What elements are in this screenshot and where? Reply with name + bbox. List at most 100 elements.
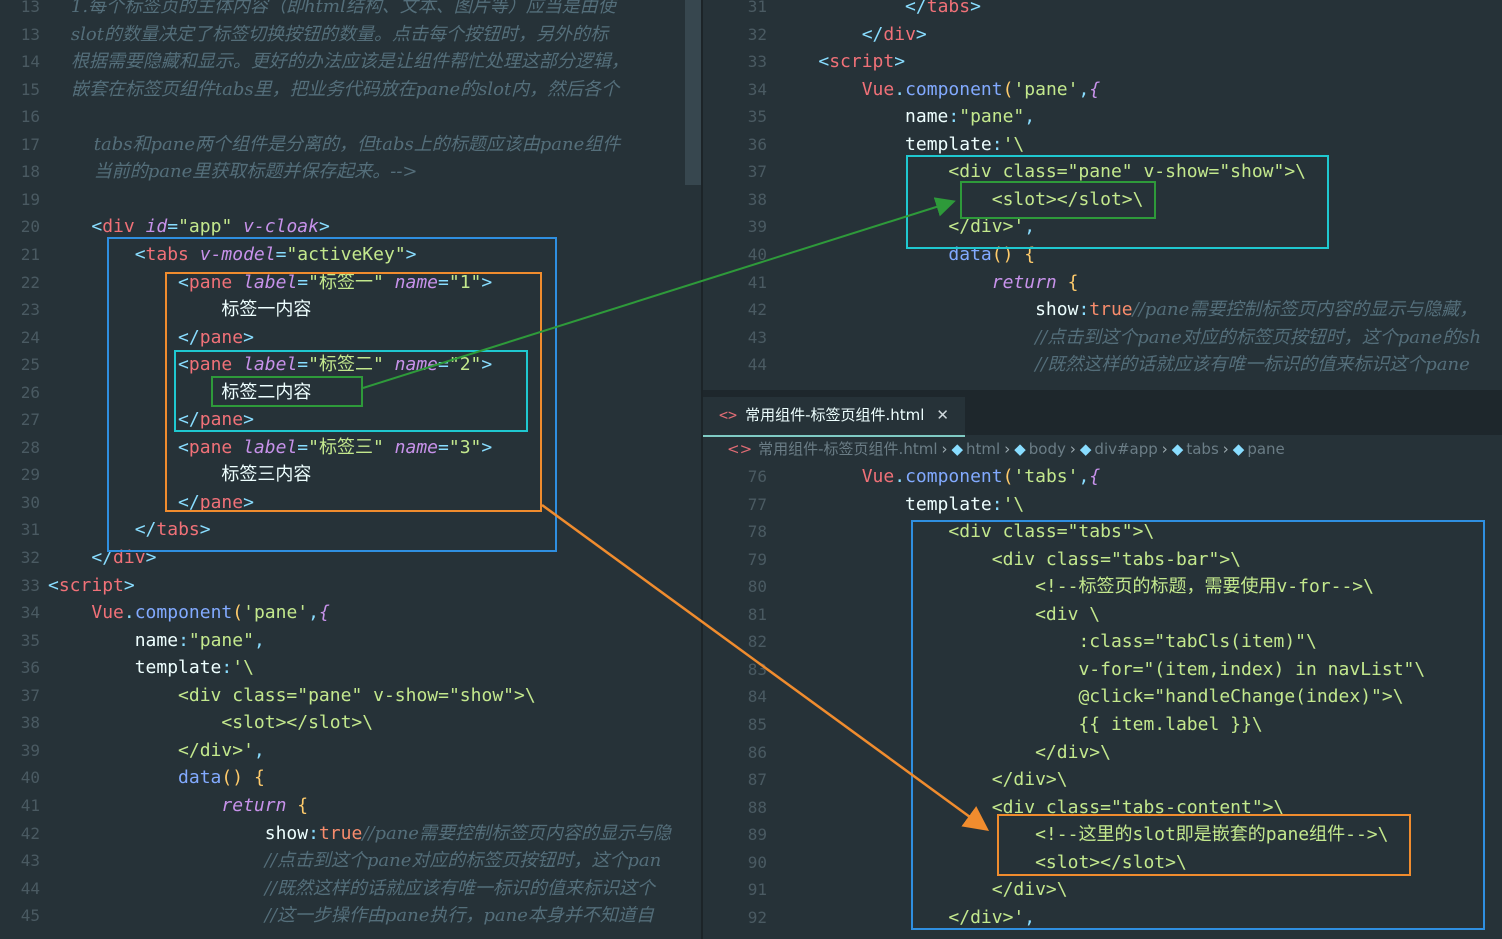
code-line[interactable]: 35 name:"pane", bbox=[0, 627, 701, 655]
line-number: 22 bbox=[20, 272, 40, 292]
code-text: return { bbox=[221, 794, 309, 816]
code-text: <script> bbox=[818, 51, 906, 73]
code-text: </div>', bbox=[178, 739, 265, 761]
code-text: <script> bbox=[48, 574, 135, 596]
line-number: 14 bbox=[20, 52, 40, 72]
breadcrumb-item[interactable]: pane bbox=[1247, 440, 1284, 458]
line-number: 21 bbox=[20, 244, 40, 264]
code-text: 根据需要隐藏和显示。更好的办法应该是让组件帮忙处理这部分逻辑， bbox=[48, 51, 629, 73]
breadcrumb-item[interactable]: body bbox=[1029, 440, 1066, 458]
close-icon[interactable]: ✕ bbox=[936, 406, 949, 424]
editor-tab-active[interactable]: <> 常用组件-标签页组件.html ✕ bbox=[703, 397, 965, 437]
code-line[interactable]: 42 show:true//pane需要控制标签页内容的显示与隐 bbox=[0, 820, 701, 848]
line-number: 41 bbox=[20, 795, 40, 815]
line-number: 30 bbox=[20, 492, 40, 512]
code-text: Vue.component('pane',{ bbox=[861, 78, 1101, 100]
code-line[interactable]: 31 </tabs> bbox=[703, 0, 1502, 21]
code-line[interactable]: 17 tabs和pane两个组件是分离的，但tabs上的标题应该由pane组件 bbox=[0, 131, 701, 159]
line-number: 26 bbox=[20, 382, 40, 402]
line-number: 82 bbox=[747, 632, 767, 652]
horizontal-split-divider[interactable] bbox=[703, 390, 1502, 397]
code-text: <div class="pane" v-show="show">\ bbox=[178, 684, 536, 706]
line-number: 15 bbox=[20, 79, 40, 99]
breadcrumb: <> 常用组件-标签页组件.html › ◆ html › ◆ body › ◆ div#app › ◆… bbox=[703, 435, 1502, 463]
line-number: 42 bbox=[747, 300, 767, 320]
code-line[interactable]: 76 Vue.component('tabs',{ bbox=[703, 463, 1502, 491]
code-line[interactable]: 77 template:'\ bbox=[703, 491, 1502, 519]
code-line[interactable]: 41 return { bbox=[0, 792, 701, 820]
code-line[interactable]: 44 //既然这样的话就应该有唯一标识的值来标识这个 bbox=[0, 875, 701, 903]
html-file-icon: <> bbox=[727, 440, 753, 458]
line-number: 43 bbox=[747, 327, 767, 347]
line-number: 35 bbox=[20, 630, 40, 650]
editor-tab-strip: <> 常用组件-标签页组件.html ✕ bbox=[703, 397, 1502, 437]
code-line[interactable]: 15 嵌套在标签页组件tabs里，把业务代码放在pane的slot内，然后各个 bbox=[0, 76, 701, 104]
line-number: 32 bbox=[747, 24, 767, 44]
code-text: //既然这样的话就应该有唯一标识的值来标识这个 bbox=[264, 877, 655, 899]
element-icon: ◆ bbox=[1014, 440, 1026, 458]
code-line[interactable]: 43 //点击到这个pane对应的标签页按钮时，这个pan bbox=[0, 847, 701, 875]
line-number: 44 bbox=[20, 878, 40, 898]
code-text: return { bbox=[991, 271, 1079, 293]
code-line[interactable]: 45 //这一步操作由pane执行，pane本身并不知道自 bbox=[0, 902, 701, 930]
code-text: template:'\ bbox=[905, 493, 1025, 515]
code-line[interactable]: 44 //既然这样的话就应该有唯一标识的值来标识这个pane bbox=[703, 351, 1502, 379]
orange-annotation-box-tabs-slot bbox=[997, 814, 1411, 876]
line-number: 87 bbox=[747, 770, 767, 790]
line-number: 80 bbox=[747, 577, 767, 597]
line-number: 38 bbox=[747, 189, 767, 209]
code-text: <slot></slot>\ bbox=[221, 712, 374, 734]
code-line[interactable]: 16 bbox=[0, 103, 701, 131]
line-number: 90 bbox=[747, 852, 767, 872]
code-line[interactable]: 19 bbox=[0, 186, 701, 214]
code-text: show:true//pane需要控制标签页内容的显示与隐 bbox=[264, 822, 671, 844]
code-line[interactable]: 40 data() { bbox=[0, 764, 701, 792]
line-number: 29 bbox=[20, 465, 40, 485]
chevron-right-icon: › bbox=[1222, 440, 1229, 458]
line-number: 91 bbox=[747, 880, 767, 900]
code-line[interactable]: 13 1.每个标签页的主体内容（即html结构、文本、图片等）应当是由使 bbox=[0, 0, 701, 21]
breadcrumb-item[interactable]: div#app bbox=[1094, 440, 1157, 458]
line-number: 36 bbox=[20, 658, 40, 678]
code-text: 1.每个标签页的主体内容（即html结构、文本、图片等）应当是由使 bbox=[48, 0, 616, 17]
line-number: 39 bbox=[747, 217, 767, 237]
code-line[interactable]: 41 return { bbox=[703, 269, 1502, 297]
line-number: 33 bbox=[20, 575, 40, 595]
code-line[interactable]: 33 <script> bbox=[0, 572, 701, 600]
code-line[interactable]: 38 <slot></slot>\ bbox=[0, 709, 701, 737]
code-line[interactable]: 35 name:"pane", bbox=[703, 103, 1502, 131]
code-line[interactable]: 43 //点击到这个pane对应的标签页按钮时，这个pane的sh bbox=[703, 324, 1502, 352]
code-line[interactable]: 42 show:true//pane需要控制标签页内容的显示与隐藏， bbox=[703, 296, 1502, 324]
code-text: template:'\ bbox=[134, 657, 254, 679]
code-line[interactable]: 34 Vue.component('pane',{ bbox=[703, 76, 1502, 104]
code-line[interactable]: 14 根据需要隐藏和显示。更好的办法应该是让组件帮忙处理这部分逻辑， bbox=[0, 48, 701, 76]
line-number: 18 bbox=[20, 162, 40, 182]
code-line[interactable]: 13 slot的数量决定了标签切换按钮的数量。点击每个按钮时，另外的标 bbox=[0, 21, 701, 49]
code-line[interactable]: 32 </div> bbox=[703, 21, 1502, 49]
code-line[interactable]: 37 <div class="pane" v-show="show">\ bbox=[0, 682, 701, 710]
line-number: 34 bbox=[747, 79, 767, 99]
element-icon: ◆ bbox=[1079, 440, 1092, 458]
code-line[interactable]: 33 <script> bbox=[703, 48, 1502, 76]
element-icon: ◆ bbox=[1232, 440, 1245, 458]
line-number: 20 bbox=[20, 217, 40, 237]
breadcrumb-file[interactable]: 常用组件-标签页组件.html bbox=[758, 440, 937, 458]
code-text: //点击到这个pane对应的标签页按钮时，这个pane的sh bbox=[1035, 326, 1482, 348]
code-line[interactable]: 18 当前的pane里获取标题并保存起来。--> bbox=[0, 158, 701, 186]
line-number: 13 bbox=[20, 0, 40, 16]
line-number: 42 bbox=[20, 823, 40, 843]
code-line[interactable]: 39 </div>', bbox=[0, 737, 701, 765]
line-number: 17 bbox=[20, 134, 40, 154]
line-number: 25 bbox=[20, 355, 40, 375]
code-line[interactable]: 36 template:'\ bbox=[0, 654, 701, 682]
breadcrumb-item[interactable]: html bbox=[966, 440, 1000, 458]
code-line[interactable]: 34 Vue.component('pane',{ bbox=[0, 599, 701, 627]
breadcrumb-item[interactable]: tabs bbox=[1186, 440, 1218, 458]
line-number: 27 bbox=[20, 410, 40, 430]
line-number: 33 bbox=[747, 52, 767, 72]
line-number: 13 bbox=[20, 24, 40, 44]
line-number: 76 bbox=[747, 467, 767, 486]
line-number: 41 bbox=[747, 272, 767, 292]
chevron-right-icon: › bbox=[1161, 440, 1168, 458]
left-scrollbar-thumb[interactable] bbox=[685, 0, 701, 185]
